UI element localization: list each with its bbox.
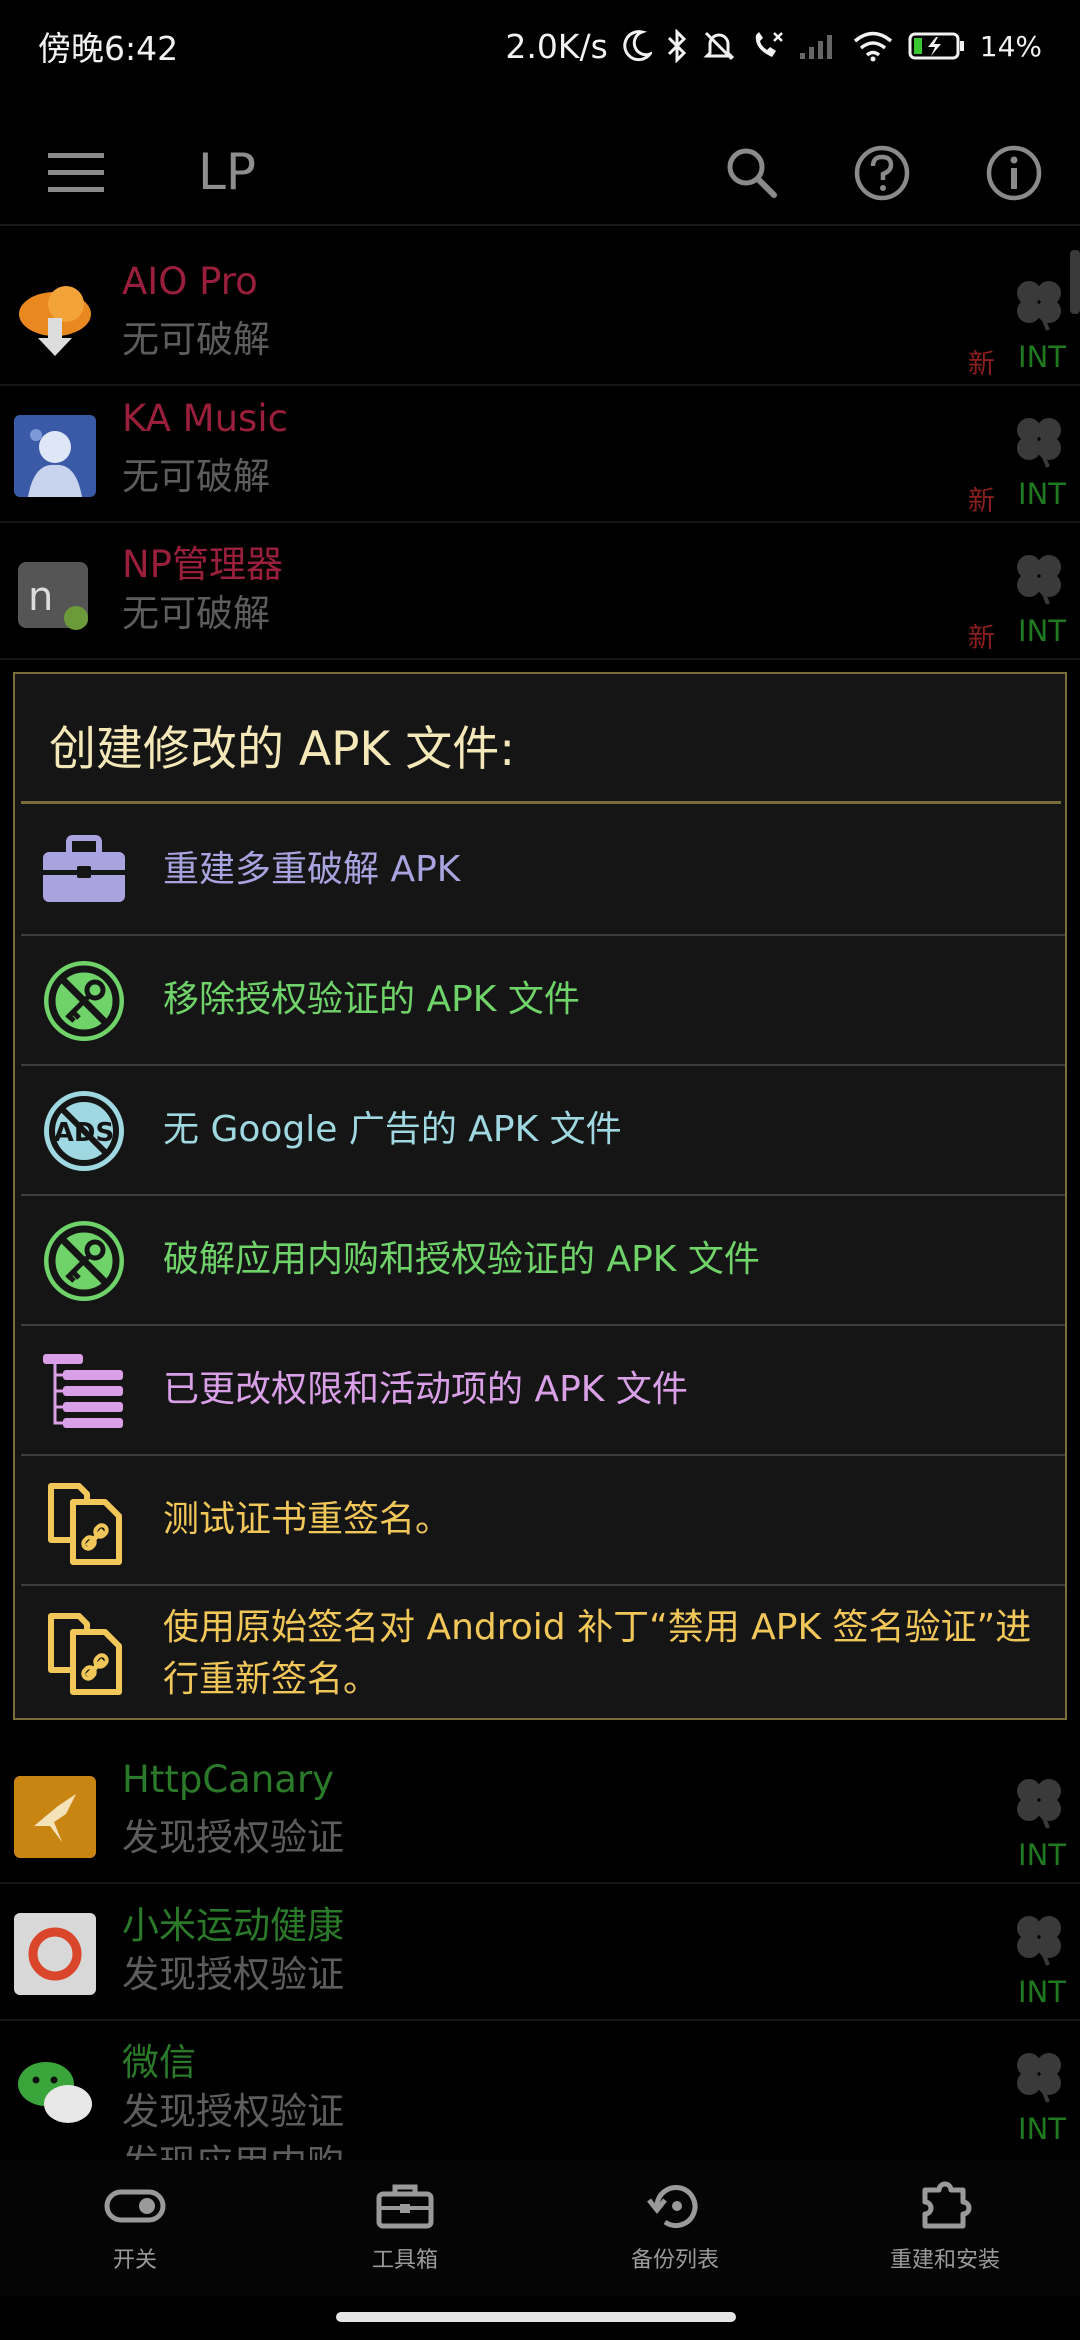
int-tag: INT (1018, 477, 1066, 511)
clover-icon (1017, 1916, 1061, 1966)
app-name: HttpCanary (122, 1758, 335, 1801)
create-apk-dialog: 创建修改的 APK 文件: 重建多重破解 APK 移除授权验证的 APK 文件 … (13, 672, 1067, 1720)
backup-icon (647, 2185, 698, 2228)
battery-percent: 14% (979, 29, 1042, 63)
toolbox-icon (43, 835, 125, 902)
copy-link-icon (48, 1483, 122, 1565)
search-icon[interactable] (722, 143, 782, 203)
nav-label: 开关 (112, 2248, 157, 2273)
nav-backup-list[interactable]: 备份列表 (540, 2180, 810, 2300)
option-label: 重建多重破解 APK (163, 849, 461, 890)
nav-label: 工具箱 (371, 2248, 438, 2273)
option-label: 移除授权验证的 APK 文件 (163, 979, 580, 1020)
int-tag: INT (1018, 1838, 1066, 1872)
status-bar: 傍晚6:42 2.0K/s 14% (0, 0, 1080, 92)
nav-rebuild-install[interactable]: 重建和安装 (810, 2180, 1080, 2300)
clover-icon (1017, 418, 1061, 468)
app-row[interactable]: KA Music 无可破解 新 INT (0, 387, 1080, 523)
appbar-divider (0, 224, 1080, 226)
clover-icon (1017, 281, 1061, 331)
no-key-icon (44, 1221, 124, 1301)
help-icon[interactable] (852, 143, 912, 203)
svg-text:n: n (28, 574, 53, 620)
clover-icon (1017, 555, 1061, 605)
app-icon-ka-music (14, 415, 96, 497)
toggle-icon (104, 2189, 166, 2223)
dialog-divider (21, 801, 1061, 804)
option-label: 无 Google 广告的 APK 文件 (163, 1109, 622, 1150)
new-tag: 新 (968, 623, 995, 654)
int-tag: INT (1018, 340, 1066, 374)
moon-icon (623, 30, 652, 62)
option-crack-iap-license[interactable]: 破解应用内购和授权验证的 APK 文件 (21, 1196, 1065, 1326)
home-indicator[interactable] (336, 2312, 736, 2322)
nav-label: 重建和安装 (889, 2248, 1000, 2273)
app-status: 发现授权验证 (122, 1816, 344, 1859)
network-speed: 2.0K/s (505, 26, 608, 66)
dialog-title: 创建修改的 APK 文件: (49, 722, 516, 777)
mute-bell-icon (703, 31, 735, 61)
app-bar: LP (0, 115, 1080, 231)
permissions-list-icon (43, 1354, 123, 1428)
app-title: LP (198, 143, 257, 201)
app-row[interactable]: 小米运动健康 发现授权验证 INT (0, 1885, 1080, 2021)
status-icons: 2.0K/s 14% (505, 27, 1042, 66)
option-no-google-ads[interactable]: ADS 无 Google 广告的 APK 文件 (21, 1066, 1065, 1196)
battery-icon (908, 32, 964, 60)
option-label: 已更改权限和活动项的 APK 文件 (163, 1369, 688, 1410)
app-row[interactable]: HttpCanary 发现授权验证 INT (0, 1748, 1080, 1884)
int-tag: INT (1018, 614, 1066, 648)
call-icon (755, 32, 783, 57)
app-name: AIO Pro (122, 260, 258, 303)
no-key-icon (44, 961, 124, 1041)
new-tag: 新 (968, 486, 995, 517)
int-tag: INT (1018, 2112, 1066, 2146)
option-resign-original[interactable]: 使用原始签名对 Android 补丁“禁用 APK 签名验证”进行重新签名。 (21, 1586, 1065, 1718)
int-tag: INT (1018, 1975, 1066, 2009)
app-status: 发现授权验证 (122, 1953, 344, 1996)
nav-switch[interactable]: 开关 (0, 2180, 270, 2300)
bluetooth-icon (667, 29, 686, 63)
info-icon[interactable] (984, 143, 1044, 203)
option-label: 测试证书重签名。 (163, 1499, 452, 1540)
nav-toolbox[interactable]: 工具箱 (270, 2180, 540, 2300)
option-test-cert-resign[interactable]: 测试证书重签名。 (21, 1456, 1065, 1586)
app-row[interactable]: 微信 发现授权验证 发现应用内购 INT (0, 2022, 1080, 2160)
app-status: 发现授权验证 (122, 2090, 344, 2133)
app-icon-wechat (14, 2050, 96, 2132)
app-row[interactable]: n NP管理器 无可破解 新 INT (0, 524, 1080, 660)
clover-icon (1017, 1779, 1061, 1829)
toolbox-icon (376, 2184, 434, 2229)
copy-link-icon (48, 1613, 122, 1695)
app-status: 无可破解 (122, 592, 270, 635)
no-ads-icon: ADS (44, 1091, 124, 1171)
option-label: 使用原始签名对 Android 补丁“禁用 APK 签名验证”进行重新签名。 (163, 1607, 1032, 1700)
app-status-secondary: 发现应用内购 (122, 2138, 344, 2160)
app-name: 小米运动健康 (122, 1904, 344, 1947)
app-name: 微信 (122, 2041, 196, 2084)
app-status: 无可破解 (122, 455, 270, 498)
app-name: NP管理器 (122, 543, 283, 586)
app-icon-httpcanary (14, 1776, 96, 1858)
option-rebuild-multi-patch[interactable]: 重建多重破解 APK (21, 806, 1065, 936)
puzzle-icon (922, 2181, 972, 2229)
wifi-icon (853, 31, 892, 62)
option-change-permissions[interactable]: 已更改权限和活动项的 APK 文件 (21, 1326, 1065, 1456)
gesture-bar (0, 2296, 1080, 2340)
clover-icon (1017, 2053, 1061, 2103)
app-name: KA Music (122, 397, 288, 440)
menu-icon[interactable] (48, 151, 104, 195)
option-label: 破解应用内购和授权验证的 APK 文件 (163, 1239, 760, 1280)
app-icon-mi-fitness (14, 1913, 96, 1995)
app-icon-np-manager: n (14, 552, 96, 634)
app-row[interactable]: AIO Pro 无可破解 新 INT (0, 250, 1080, 386)
status-time: 傍晚6:42 (38, 29, 179, 68)
option-remove-license[interactable]: 移除授权验证的 APK 文件 (21, 936, 1065, 1066)
signal-icon (799, 35, 832, 59)
app-status: 无可破解 (122, 318, 270, 361)
nav-label: 备份列表 (630, 2248, 719, 2273)
new-tag: 新 (968, 349, 995, 380)
app-icon-aio (14, 278, 96, 360)
bottom-navigation: 开关 工具箱 备份列表 重建和安装 (0, 2160, 1080, 2300)
